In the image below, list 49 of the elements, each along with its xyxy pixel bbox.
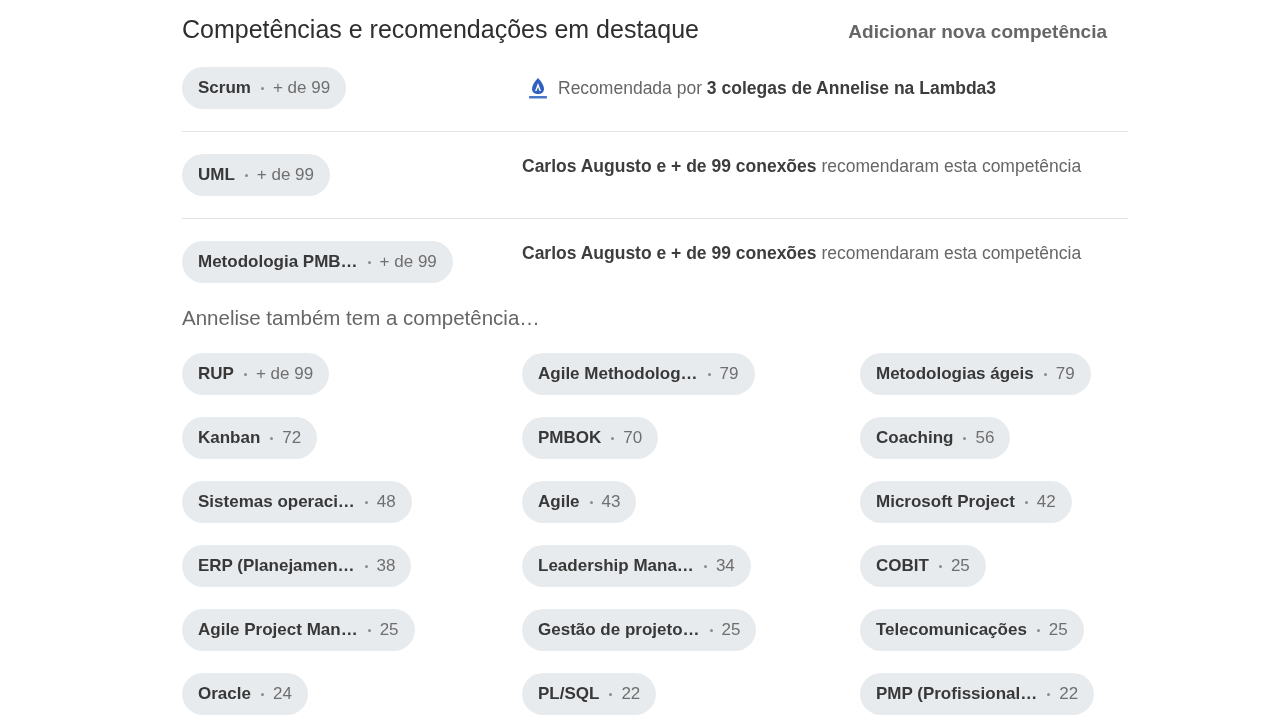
separator-dot-icon bbox=[1036, 628, 1040, 632]
separator-dot-icon bbox=[364, 564, 368, 568]
separator-dot-icon bbox=[367, 260, 371, 264]
skill-button[interactable]: RUP + de 99 bbox=[182, 353, 330, 395]
separator-dot-icon bbox=[270, 436, 274, 440]
separator-dot-icon bbox=[703, 564, 707, 568]
separator-dot-icon bbox=[963, 436, 967, 440]
recommendation-text: Carlos Augusto e + de 99 conexões recomendaram esta competência bbox=[522, 242, 1082, 265]
skill-button[interactable]: Kanban 72 bbox=[182, 417, 318, 459]
recommendation-text: Recomendada por 3 colegas de Annelise na Lambda3 bbox=[558, 77, 997, 100]
skill-button[interactable]: COBIT 25 bbox=[860, 545, 986, 587]
separator-dot-icon bbox=[260, 692, 264, 696]
skill-button[interactable]: Agile 43 bbox=[522, 481, 637, 523]
skill-button[interactable]: Sistemas operaci… 48 bbox=[182, 481, 412, 523]
skill-button[interactable]: UML + de 99 bbox=[182, 154, 331, 196]
separator-dot-icon bbox=[709, 628, 713, 632]
separator-dot-icon bbox=[589, 500, 593, 504]
separator-dot-icon bbox=[707, 372, 711, 376]
separator-dot-icon bbox=[1024, 500, 1028, 504]
skill-button[interactable]: PL/SQL 22 bbox=[522, 673, 657, 715]
separator-dot-icon bbox=[611, 436, 615, 440]
section-title: Competências e recomendações em destaque bbox=[182, 14, 699, 44]
skill-button[interactable]: Microsoft Project 42 bbox=[860, 481, 1072, 523]
skill-button[interactable]: PMBOK 70 bbox=[522, 417, 659, 459]
add-skill-link[interactable]: Adicionar nova competência bbox=[848, 21, 1107, 44]
skill-button[interactable]: Agile Project Man… 25 bbox=[182, 609, 415, 651]
skill-button[interactable]: Coaching 56 bbox=[860, 417, 1011, 459]
skill-button[interactable]: Scrum + de 99 bbox=[182, 67, 347, 109]
separator-dot-icon bbox=[243, 372, 247, 376]
skill-button[interactable]: Oracle 24 bbox=[182, 673, 308, 715]
separator-dot-icon bbox=[609, 692, 613, 696]
skill-button[interactable]: Metodologia PMB… + de 99 bbox=[182, 241, 453, 283]
separator-dot-icon bbox=[244, 173, 248, 177]
skill-button[interactable]: ERP (Planejamen… 38 bbox=[182, 545, 412, 587]
subsection-heading: Annelise também tem a competência… bbox=[182, 305, 541, 331]
skill-button[interactable]: PMP (Profissional… 22 bbox=[860, 673, 1095, 715]
separator-dot-icon bbox=[367, 628, 371, 632]
separator-dot-icon bbox=[1043, 372, 1047, 376]
skill-button[interactable]: Telecomunicações 25 bbox=[860, 609, 1084, 651]
separator-dot-icon bbox=[364, 500, 368, 504]
skill-button[interactable]: Agile Methodolog… 79 bbox=[522, 353, 755, 395]
separator-dot-icon bbox=[1047, 692, 1051, 696]
skill-button[interactable]: Gestão de projeto… 25 bbox=[522, 609, 757, 651]
skill-button[interactable]: Metodologias ágeis 79 bbox=[860, 353, 1091, 395]
company-logo-icon bbox=[528, 77, 548, 99]
recommendation-text: Carlos Augusto e + de 99 conexões recomendaram esta competência bbox=[522, 155, 1082, 178]
separator-dot-icon bbox=[938, 564, 942, 568]
skill-button[interactable]: Leadership Mana… 34 bbox=[522, 545, 751, 587]
separator-dot-icon bbox=[260, 86, 264, 90]
